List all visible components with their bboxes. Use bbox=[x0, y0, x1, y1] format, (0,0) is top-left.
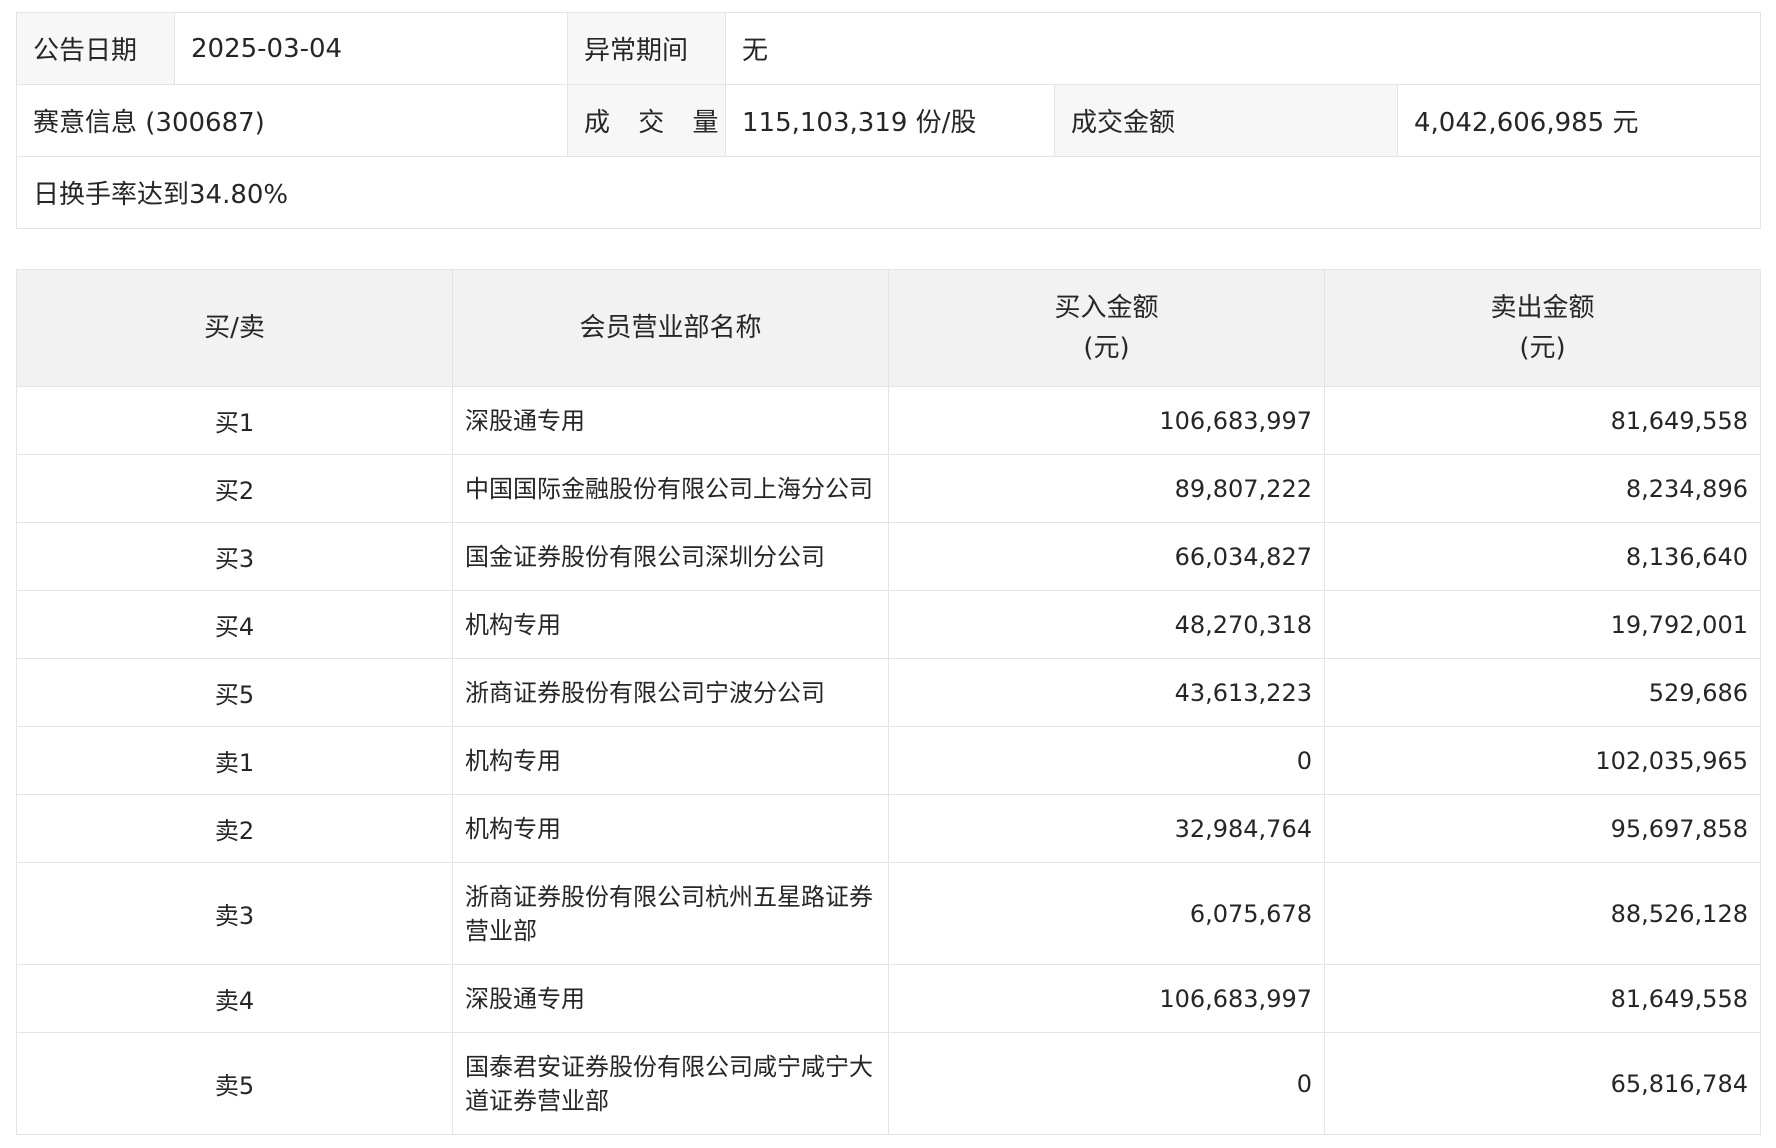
side-cell: 买3 bbox=[16, 522, 453, 591]
buy-amount-cell: 6,075,678 bbox=[888, 862, 1325, 965]
dept-cell: 浙商证券股份有限公司杭州五星路证券营业部 bbox=[452, 862, 889, 965]
table-row: 卖2 机构专用 32,984,764 95,697,858 bbox=[16, 794, 1761, 863]
summary-row-date: 公告日期 2025-03-04 异常期间 无 bbox=[16, 12, 1762, 85]
side-cell: 买4 bbox=[16, 590, 453, 659]
sell-amount-cell: 8,234,896 bbox=[1324, 454, 1761, 523]
buy-amount-cell: 43,613,223 bbox=[888, 658, 1325, 727]
table-row: 买4 机构专用 48,270,318 19,792,001 bbox=[16, 590, 1761, 659]
side-cell: 卖2 bbox=[16, 794, 453, 863]
sell-amount-cell: 81,649,558 bbox=[1324, 964, 1761, 1033]
dept-cell: 中国国际金融股份有限公司上海分公司 bbox=[452, 454, 889, 523]
side-cell: 卖1 bbox=[16, 726, 453, 795]
dept-cell: 深股通专用 bbox=[452, 386, 889, 455]
dept-cell: 机构专用 bbox=[452, 794, 889, 863]
summary-row-stock: 赛意信息 (300687) 成 交 量 115,103,319 份/股 成交金额… bbox=[16, 84, 1762, 157]
abnormal-period-value: 无 bbox=[724, 12, 1762, 85]
table-row: 买3 国金证券股份有限公司深圳分公司 66,034,827 8,136,640 bbox=[16, 522, 1761, 591]
side-cell: 卖5 bbox=[16, 1032, 453, 1135]
dept-cell: 国泰君安证券股份有限公司咸宁咸宁大道证券营业部 bbox=[452, 1032, 889, 1135]
side-cell: 买1 bbox=[16, 386, 453, 455]
trade-table: 买/卖 会员营业部名称 买入金额 (元) 卖出金额 (元) 买1 深股通专用 1… bbox=[16, 269, 1761, 1135]
side-cell: 卖4 bbox=[16, 964, 453, 1033]
buy-amount-cell: 66,034,827 bbox=[888, 522, 1325, 591]
buy-amount-cell: 106,683,997 bbox=[888, 964, 1325, 1033]
volume-label: 成 交 量 bbox=[567, 84, 726, 157]
reason-text: 日换手率达到34.80% bbox=[15, 156, 1762, 229]
sell-amount-cell: 102,035,965 bbox=[1324, 726, 1761, 795]
announce-date-value: 2025-03-04 bbox=[174, 12, 568, 85]
table-row: 卖3 浙商证券股份有限公司杭州五星路证券营业部 6,075,678 88,526… bbox=[16, 862, 1761, 965]
volume-value: 115,103,319 份/股 bbox=[725, 84, 1055, 157]
header-sell-title: 卖出金额 bbox=[1490, 293, 1595, 323]
buy-amount-cell: 48,270,318 bbox=[888, 590, 1325, 659]
trade-table-header: 买/卖 会员营业部名称 买入金额 (元) 卖出金额 (元) bbox=[16, 269, 1761, 387]
sell-amount-cell: 65,816,784 bbox=[1324, 1032, 1761, 1135]
amount-label: 成交金额 bbox=[1054, 84, 1398, 157]
sell-amount-cell: 8,136,640 bbox=[1324, 522, 1761, 591]
side-cell: 买2 bbox=[16, 454, 453, 523]
header-sell-unit: (元) bbox=[1519, 333, 1566, 363]
buy-amount-cell: 32,984,764 bbox=[888, 794, 1325, 863]
stock-name: 赛意信息 (300687) bbox=[16, 84, 568, 157]
header-side: 买/卖 bbox=[16, 269, 453, 387]
header-buy-unit: (元) bbox=[1083, 333, 1130, 363]
table-row: 买2 中国国际金融股份有限公司上海分公司 89,807,222 8,234,89… bbox=[16, 454, 1761, 523]
summary-table: 公告日期 2025-03-04 异常期间 无 赛意信息 (300687) 成 交… bbox=[15, 12, 1762, 229]
table-row: 卖5 国泰君安证券股份有限公司咸宁咸宁大道证券营业部 0 65,816,784 bbox=[16, 1032, 1761, 1135]
sell-amount-cell: 95,697,858 bbox=[1324, 794, 1761, 863]
dept-cell: 深股通专用 bbox=[452, 964, 889, 1033]
abnormal-period-label: 异常期间 bbox=[567, 12, 726, 85]
summary-row-reason: 日换手率达到34.80% bbox=[15, 156, 1762, 229]
dept-cell: 国金证券股份有限公司深圳分公司 bbox=[452, 522, 889, 591]
sell-amount-cell: 88,526,128 bbox=[1324, 862, 1761, 965]
dept-cell: 机构专用 bbox=[452, 590, 889, 659]
header-sell: 卖出金额 (元) bbox=[1324, 269, 1761, 387]
sell-amount-cell: 19,792,001 bbox=[1324, 590, 1761, 659]
sell-amount-cell: 529,686 bbox=[1324, 658, 1761, 727]
amount-value: 4,042,606,985 元 bbox=[1396, 84, 1762, 157]
table-row: 卖1 机构专用 0 102,035,965 bbox=[16, 726, 1761, 795]
table-row: 卖4 深股通专用 106,683,997 81,649,558 bbox=[16, 964, 1761, 1033]
buy-amount-cell: 89,807,222 bbox=[888, 454, 1325, 523]
header-buy: 买入金额 (元) bbox=[888, 269, 1325, 387]
header-buy-title: 买入金额 bbox=[1054, 293, 1159, 323]
buy-amount-cell: 106,683,997 bbox=[888, 386, 1325, 455]
buy-amount-cell: 0 bbox=[888, 726, 1325, 795]
dept-cell: 机构专用 bbox=[452, 726, 889, 795]
table-row: 买1 深股通专用 106,683,997 81,649,558 bbox=[16, 386, 1761, 455]
table-row: 买5 浙商证券股份有限公司宁波分公司 43,613,223 529,686 bbox=[16, 658, 1761, 727]
side-cell: 买5 bbox=[16, 658, 453, 727]
dept-cell: 浙商证券股份有限公司宁波分公司 bbox=[452, 658, 889, 727]
sell-amount-cell: 81,649,558 bbox=[1324, 386, 1761, 455]
buy-amount-cell: 0 bbox=[888, 1032, 1325, 1135]
page-content: 公告日期 2025-03-04 异常期间 无 赛意信息 (300687) 成 交… bbox=[15, 12, 1762, 1135]
side-cell: 卖3 bbox=[16, 862, 453, 965]
header-dept: 会员营业部名称 bbox=[452, 269, 889, 387]
announce-date-label: 公告日期 bbox=[16, 12, 175, 85]
